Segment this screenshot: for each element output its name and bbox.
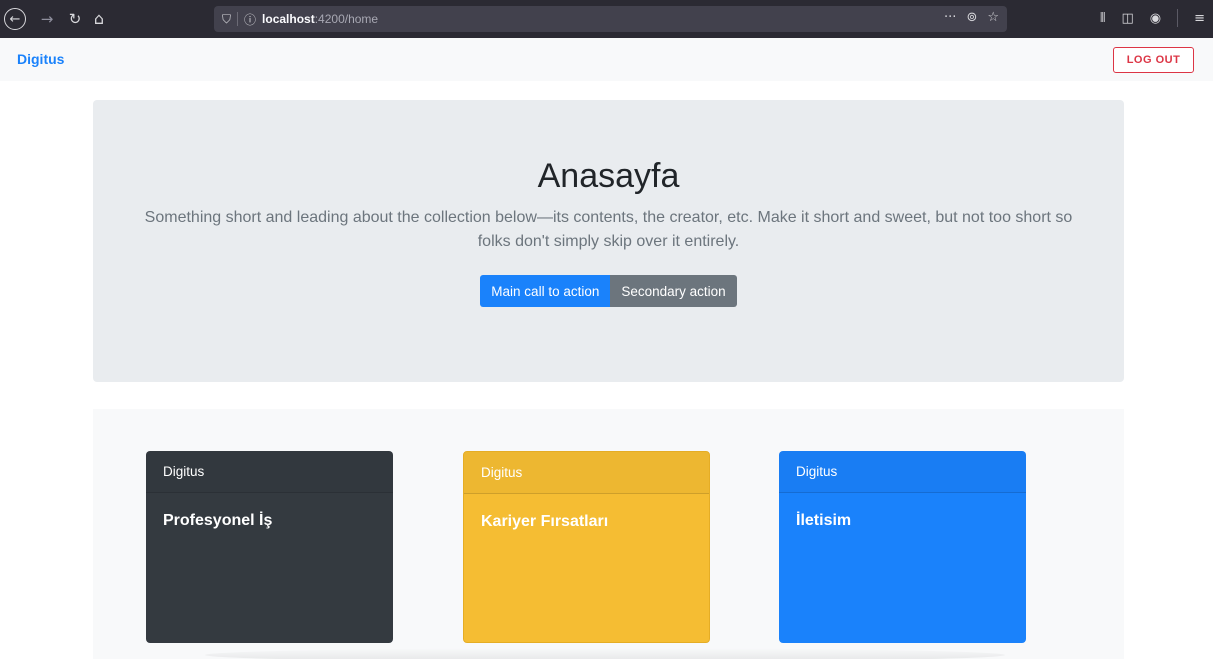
- more-actions-icon[interactable]: ···: [944, 10, 956, 25]
- card-title: Profesyonel İş: [163, 512, 273, 529]
- scroll-shadow: [205, 648, 1005, 659]
- library-icon[interactable]: ⫴: [1100, 11, 1105, 26]
- card-iletisim[interactable]: Digitus İletisim: [779, 451, 1026, 643]
- card-title: İletisim: [796, 512, 852, 529]
- reload-icon[interactable]: ↻: [64, 8, 86, 30]
- back-arrow-icon[interactable]: ←: [4, 8, 26, 30]
- menu-icon[interactable]: ≡: [1194, 11, 1205, 26]
- brand-link[interactable]: Digitus: [17, 51, 64, 67]
- page-title: Anasayfa: [537, 157, 680, 195]
- address-bar[interactable]: ⛉ ⓘ localhost :4200/home ··· ⊚ ☆: [214, 6, 1007, 32]
- secondary-action-button[interactable]: Secondary action: [610, 275, 737, 307]
- hero-actions: Main call to action Secondary action: [93, 275, 1124, 307]
- card-title: Kariyer Fırsatları: [481, 513, 609, 530]
- main-cta-button[interactable]: Main call to action: [480, 275, 611, 307]
- browser-toolbar: ← → ↻ ⌂ ⛉ ⓘ localhost :4200/home ··· ⊚ ☆…: [0, 0, 1213, 38]
- url-divider: [237, 12, 239, 26]
- forward-arrow-icon[interactable]: →: [36, 8, 58, 30]
- browser-tools: ⫴ ◫ ◉ ≡: [1100, 9, 1205, 27]
- bookmark-star-icon[interactable]: ☆: [987, 10, 999, 25]
- card-header: Digitus: [779, 451, 1026, 493]
- logout-button[interactable]: LOG OUT: [1113, 47, 1194, 73]
- hero-lead-text: Something short and leading about the co…: [144, 209, 1073, 250]
- sidebar-icon[interactable]: ◫: [1121, 11, 1133, 26]
- url-host: localhost: [262, 12, 315, 26]
- pocket-icon[interactable]: ⊚: [966, 10, 977, 25]
- tools-divider: [1177, 9, 1179, 27]
- url-actions: ··· ⊚ ☆: [944, 10, 999, 25]
- url-path: :4200/home: [314, 12, 379, 26]
- card-profesyonel-is[interactable]: Digitus Profesyonel İş: [146, 451, 393, 643]
- card-header: Digitus: [464, 452, 709, 494]
- shield-icon[interactable]: ⛉: [222, 12, 231, 27]
- info-icon[interactable]: ⓘ: [244, 11, 256, 28]
- account-icon[interactable]: ◉: [1150, 11, 1161, 26]
- hero-section: Anasayfa Something short and leading abo…: [93, 100, 1124, 382]
- card-header: Digitus: [146, 451, 393, 493]
- app-navbar: Digitus LOG OUT: [0, 38, 1213, 81]
- card-kariyer-firsatlari[interactable]: Digitus Kariyer Fırsatları: [463, 451, 710, 643]
- home-icon[interactable]: ⌂: [88, 7, 110, 29]
